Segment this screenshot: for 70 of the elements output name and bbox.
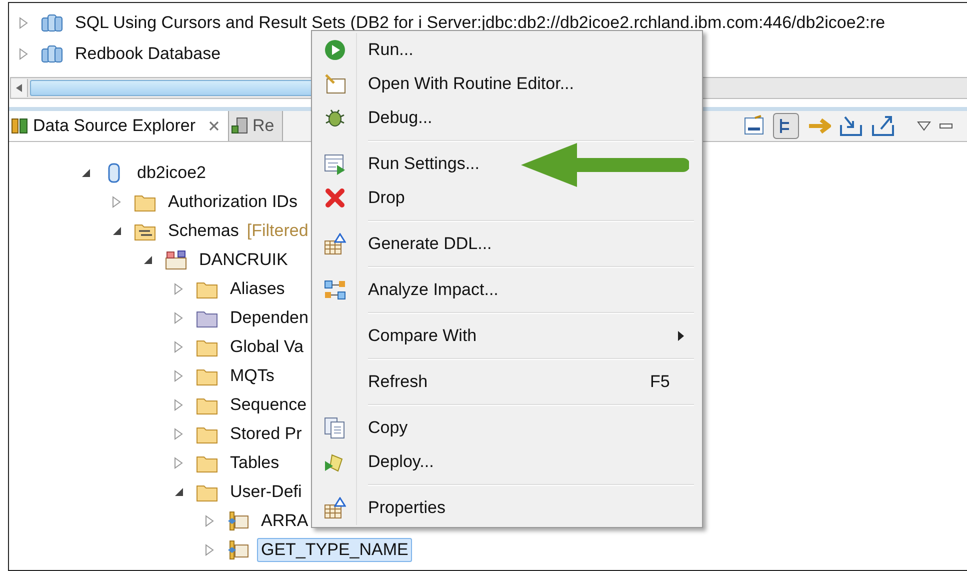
tree-item[interactable]: User-Defi <box>226 480 306 504</box>
bug-icon <box>324 107 346 129</box>
tree-item[interactable]: Redbook Database <box>71 42 225 66</box>
expand-toggle-icon[interactable] <box>112 224 122 236</box>
menu-item[interactable]: Generate DDL... <box>312 227 702 261</box>
view-menu-icon[interactable] <box>917 121 931 131</box>
delete-icon <box>324 187 346 209</box>
menu-item[interactable]: Debug... <box>312 101 702 135</box>
run-icon <box>324 39 346 61</box>
expand-toggle-icon[interactable] <box>205 514 215 526</box>
expand-toggle-icon[interactable] <box>143 254 153 266</box>
menu-item[interactable]: Open With Routine Editor... <box>312 67 702 101</box>
menu-item[interactable]: Copy <box>312 411 702 445</box>
tree-layout-icon[interactable] <box>773 113 799 139</box>
tree-item[interactable]: Authorization IDs <box>164 190 302 214</box>
tree-item[interactable]: db2icoe2 <box>133 160 210 184</box>
expand-toggle-icon[interactable] <box>174 398 184 410</box>
menu-item[interactable]: Analyze Impact... <box>312 273 702 307</box>
expand-toggle-icon[interactable] <box>174 282 184 294</box>
scroll-left-icon[interactable] <box>16 84 22 92</box>
tree-item[interactable]: Schemas <box>164 218 243 242</box>
view-tab[interactable]: Re <box>228 111 284 141</box>
expand-toggle-icon[interactable] <box>174 428 184 440</box>
tree-item[interactable]: Dependen <box>226 306 312 330</box>
filter-note: [Filtered <box>246 220 308 240</box>
tree-item[interactable]: DANCRUIK <box>195 248 292 272</box>
menu-item[interactable]: Drop <box>312 181 702 215</box>
server-icon <box>230 117 249 135</box>
tree-item[interactable]: MQTs <box>226 364 278 388</box>
table-icon <box>324 497 346 519</box>
tree-item[interactable]: Aliases <box>226 276 289 300</box>
minimize-icon[interactable] <box>939 121 953 131</box>
schema-icon <box>165 250 187 270</box>
menu-item[interactable]: Refresh F5 <box>312 365 702 399</box>
tree-item[interactable]: GET_TYPE_NAME <box>257 538 412 562</box>
menu-item[interactable]: Run Settings... <box>312 147 702 181</box>
expand-toggle-icon[interactable] <box>174 340 184 352</box>
expand-toggle-icon[interactable] <box>19 48 29 60</box>
data-type-icon <box>227 510 249 530</box>
tree-item[interactable]: Sequence <box>226 392 311 416</box>
run-settings-icon <box>324 153 346 175</box>
menu-item[interactable]: Compare With <box>312 319 702 353</box>
expand-toggle-icon[interactable] <box>205 544 215 556</box>
expand-toggle-icon[interactable] <box>174 486 184 498</box>
menu-item[interactable]: Deploy... <box>312 445 702 479</box>
tree-item[interactable]: Stored Pr <box>226 422 306 446</box>
explorer-icon <box>11 117 29 135</box>
menu-item[interactable]: Run... <box>312 33 702 67</box>
expand-toggle-icon[interactable] <box>112 196 122 208</box>
impact-icon <box>324 279 346 301</box>
database-icon <box>41 44 63 64</box>
expand-toggle-icon[interactable] <box>174 456 184 468</box>
tree-item[interactable]: ARRA <box>257 508 312 532</box>
data-type-icon <box>227 540 249 560</box>
database-icon <box>41 12 63 32</box>
editor-icon <box>324 73 346 95</box>
tree-item[interactable]: Tables <box>226 450 284 474</box>
close-icon[interactable] <box>208 120 220 132</box>
tree-item[interactable]: Global Va <box>226 334 308 358</box>
expand-toggle-icon[interactable] <box>174 370 184 382</box>
table-icon <box>324 233 346 255</box>
view-tab[interactable]: Data Source Explorer <box>9 111 229 141</box>
tree-item[interactable]: SQL Using Cursors and Result Sets (DB2 for i Server:jdbc:db2://db2icoe2.rchland.ibm.com:446/db2icoe2:re <box>71 10 890 34</box>
expand-toggle-icon[interactable] <box>19 16 29 28</box>
menu-item[interactable]: Properties <box>312 491 702 525</box>
import-icon[interactable] <box>839 115 863 137</box>
copy-icon <box>324 417 346 439</box>
export-icon[interactable] <box>871 115 895 137</box>
expand-toggle-icon[interactable] <box>81 166 91 178</box>
expand-toggle-icon[interactable] <box>174 312 184 324</box>
